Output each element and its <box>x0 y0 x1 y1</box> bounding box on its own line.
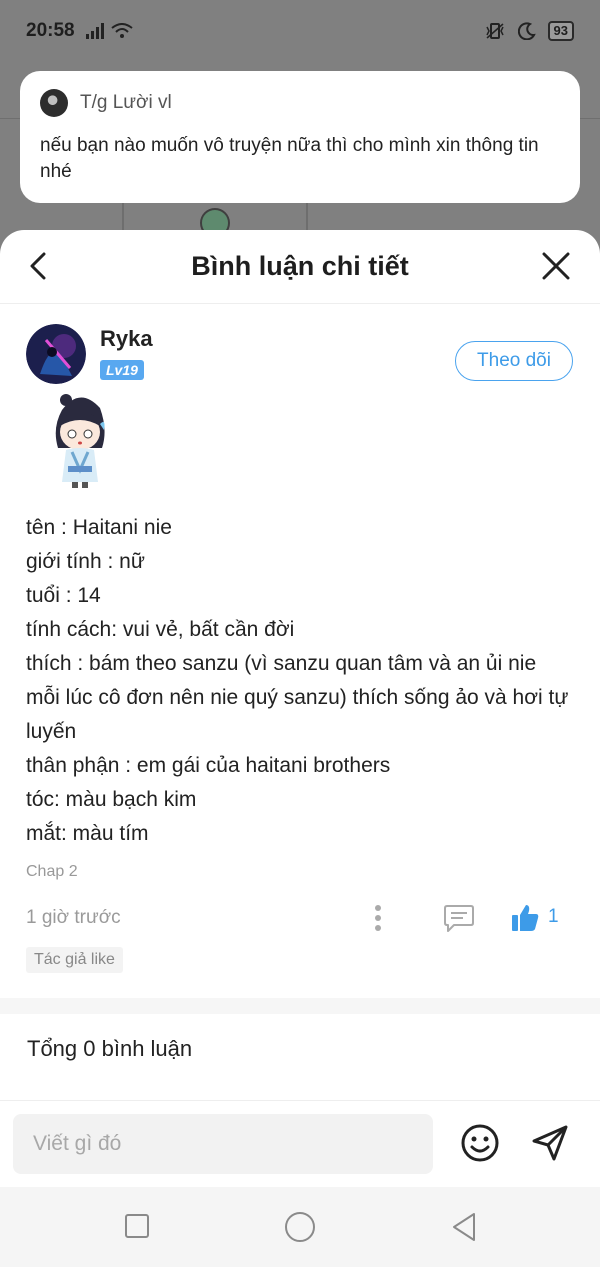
comment-meta-row: 1 giờ trước 1 <box>26 903 574 933</box>
moon-icon <box>517 22 536 40</box>
status-time: 20:58 <box>26 20 75 41</box>
recent-apps-icon[interactable] <box>124 1213 150 1239</box>
notification-avatar <box>40 89 68 117</box>
avatar[interactable] <box>26 324 86 384</box>
chibi-sticker <box>55 394 105 488</box>
author-name[interactable]: Ryka <box>100 326 153 352</box>
home-icon[interactable] <box>284 1211 316 1243</box>
level-badge: Lv19 <box>100 360 144 380</box>
comment-line: thích : bám theo sanzu (vì sanzu quan tâ… <box>26 652 569 743</box>
emoji-icon[interactable] <box>460 1123 500 1163</box>
section-divider <box>0 998 600 1014</box>
comment-line: tuổi : 14 <box>26 584 101 607</box>
comment-line: thân phận : em gái của haitani brothers <box>26 754 391 777</box>
close-icon <box>542 252 570 280</box>
notification-sender: T/g Lười vl <box>80 92 172 113</box>
comment-detail-sheet: Bình luận chi tiết Ryka Lv19 Theo dõi tê… <box>0 230 600 1267</box>
vibrate-icon <box>485 23 504 39</box>
comment-line: tóc: màu bạch kim <box>26 788 197 811</box>
comment-body: tên : Haitani nie giới tính : nữ tuổi : … <box>26 511 574 851</box>
notification-message: nếu bạn nào muốn vô truyện nữa thì cho m… <box>40 135 539 182</box>
comment-time: 1 giờ trước <box>26 907 121 928</box>
system-back-icon[interactable] <box>450 1211 478 1243</box>
thumbs-up-icon[interactable] <box>510 903 540 933</box>
follow-button[interactable]: Theo dõi <box>455 341 573 381</box>
reply-icon[interactable] <box>442 903 476 933</box>
like-count: 1 <box>548 906 559 927</box>
comment-input[interactable] <box>33 1132 413 1156</box>
wifi-icon <box>110 23 133 38</box>
input-separator <box>0 1100 600 1101</box>
status-icons <box>85 23 133 39</box>
sheet-header: Bình luận chi tiết <box>0 230 600 304</box>
author-like-badge: Tác giả like <box>26 947 123 973</box>
status-bar: 20:58 93 <box>0 0 600 62</box>
total-comments: Tổng 0 bình luận <box>27 1036 193 1061</box>
close-button[interactable] <box>540 250 572 282</box>
notification-header: T/g Lười vl <box>40 89 560 117</box>
more-options-icon[interactable] <box>372 903 384 933</box>
comment-line: tính cách: vui vẻ, bất cần đời <box>26 618 295 641</box>
battery-indicator: 93 <box>547 21 574 41</box>
status-right: 93 <box>484 21 574 41</box>
chapter-label[interactable]: Chap 2 <box>26 863 574 881</box>
comment-line: tên : Haitani nie <box>26 516 172 539</box>
comment-input-container[interactable] <box>13 1114 433 1174</box>
chevron-left-icon <box>30 252 46 280</box>
signal-icon <box>85 23 104 39</box>
system-nav-bar <box>0 1187 600 1267</box>
author-info: Ryka Lv19 <box>100 324 153 380</box>
sheet-title: Bình luận chi tiết <box>191 251 409 281</box>
send-icon[interactable] <box>530 1123 570 1163</box>
notification-banner[interactable]: T/g Lười vl nếu bạn nào muốn vô truyện n… <box>20 71 580 203</box>
comment-card: Ryka Lv19 Theo dõi tên : Haitani nie giớ… <box>0 304 600 973</box>
comment-line: giới tính : nữ <box>26 550 145 573</box>
back-button[interactable] <box>22 248 58 284</box>
comment-line: mắt: màu tím <box>26 822 149 845</box>
